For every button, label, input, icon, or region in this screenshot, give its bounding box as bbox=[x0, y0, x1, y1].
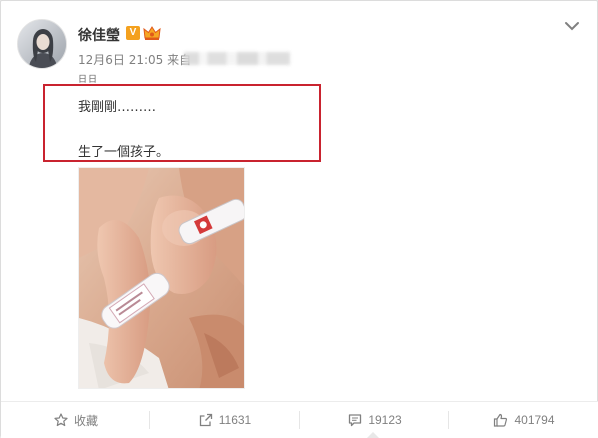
source-redacted bbox=[184, 52, 290, 65]
favorite-label: 收藏 bbox=[73, 413, 98, 428]
favorite-button[interactable]: 收藏 bbox=[1, 402, 151, 438]
repost-count: 11631 bbox=[218, 413, 252, 427]
comment-icon bbox=[349, 414, 362, 427]
post-time[interactable]: 12月6日 21:05 bbox=[78, 53, 163, 67]
avatar-image bbox=[18, 20, 66, 68]
post-meta: 12月6日 21:05 来自 bbox=[78, 51, 191, 68]
post-text-line-1: 我剛剛……… bbox=[78, 100, 157, 115]
thumbs-up-icon bbox=[494, 413, 508, 427]
vip-crown-icon[interactable] bbox=[143, 25, 161, 41]
like-count: 401794 bbox=[514, 413, 555, 427]
comment-caret bbox=[367, 432, 379, 438]
weibo-post-card: 徐佳瑩 V 12月6日 21:05 来自 日日 我剛剛……… 生了一個孩子。 收… bbox=[0, 0, 598, 438]
post-photo[interactable] bbox=[78, 167, 245, 389]
like-button[interactable]: 401794 bbox=[449, 402, 598, 438]
repost-button[interactable]: 11631 bbox=[150, 402, 300, 438]
username[interactable]: 徐佳瑩 bbox=[78, 25, 120, 45]
user-avatar[interactable] bbox=[17, 19, 67, 69]
baby-feet-photo bbox=[79, 168, 244, 388]
star-icon bbox=[54, 413, 68, 427]
post-text-line-2: 生了一個孩子。 bbox=[78, 145, 170, 160]
comment-count: 19123 bbox=[368, 413, 402, 427]
verified-badge-icon: V bbox=[126, 26, 140, 40]
action-bar: 收藏 11631 19123 401794 bbox=[1, 401, 598, 438]
chevron-down-icon[interactable] bbox=[563, 19, 581, 33]
repost-icon bbox=[199, 413, 212, 427]
